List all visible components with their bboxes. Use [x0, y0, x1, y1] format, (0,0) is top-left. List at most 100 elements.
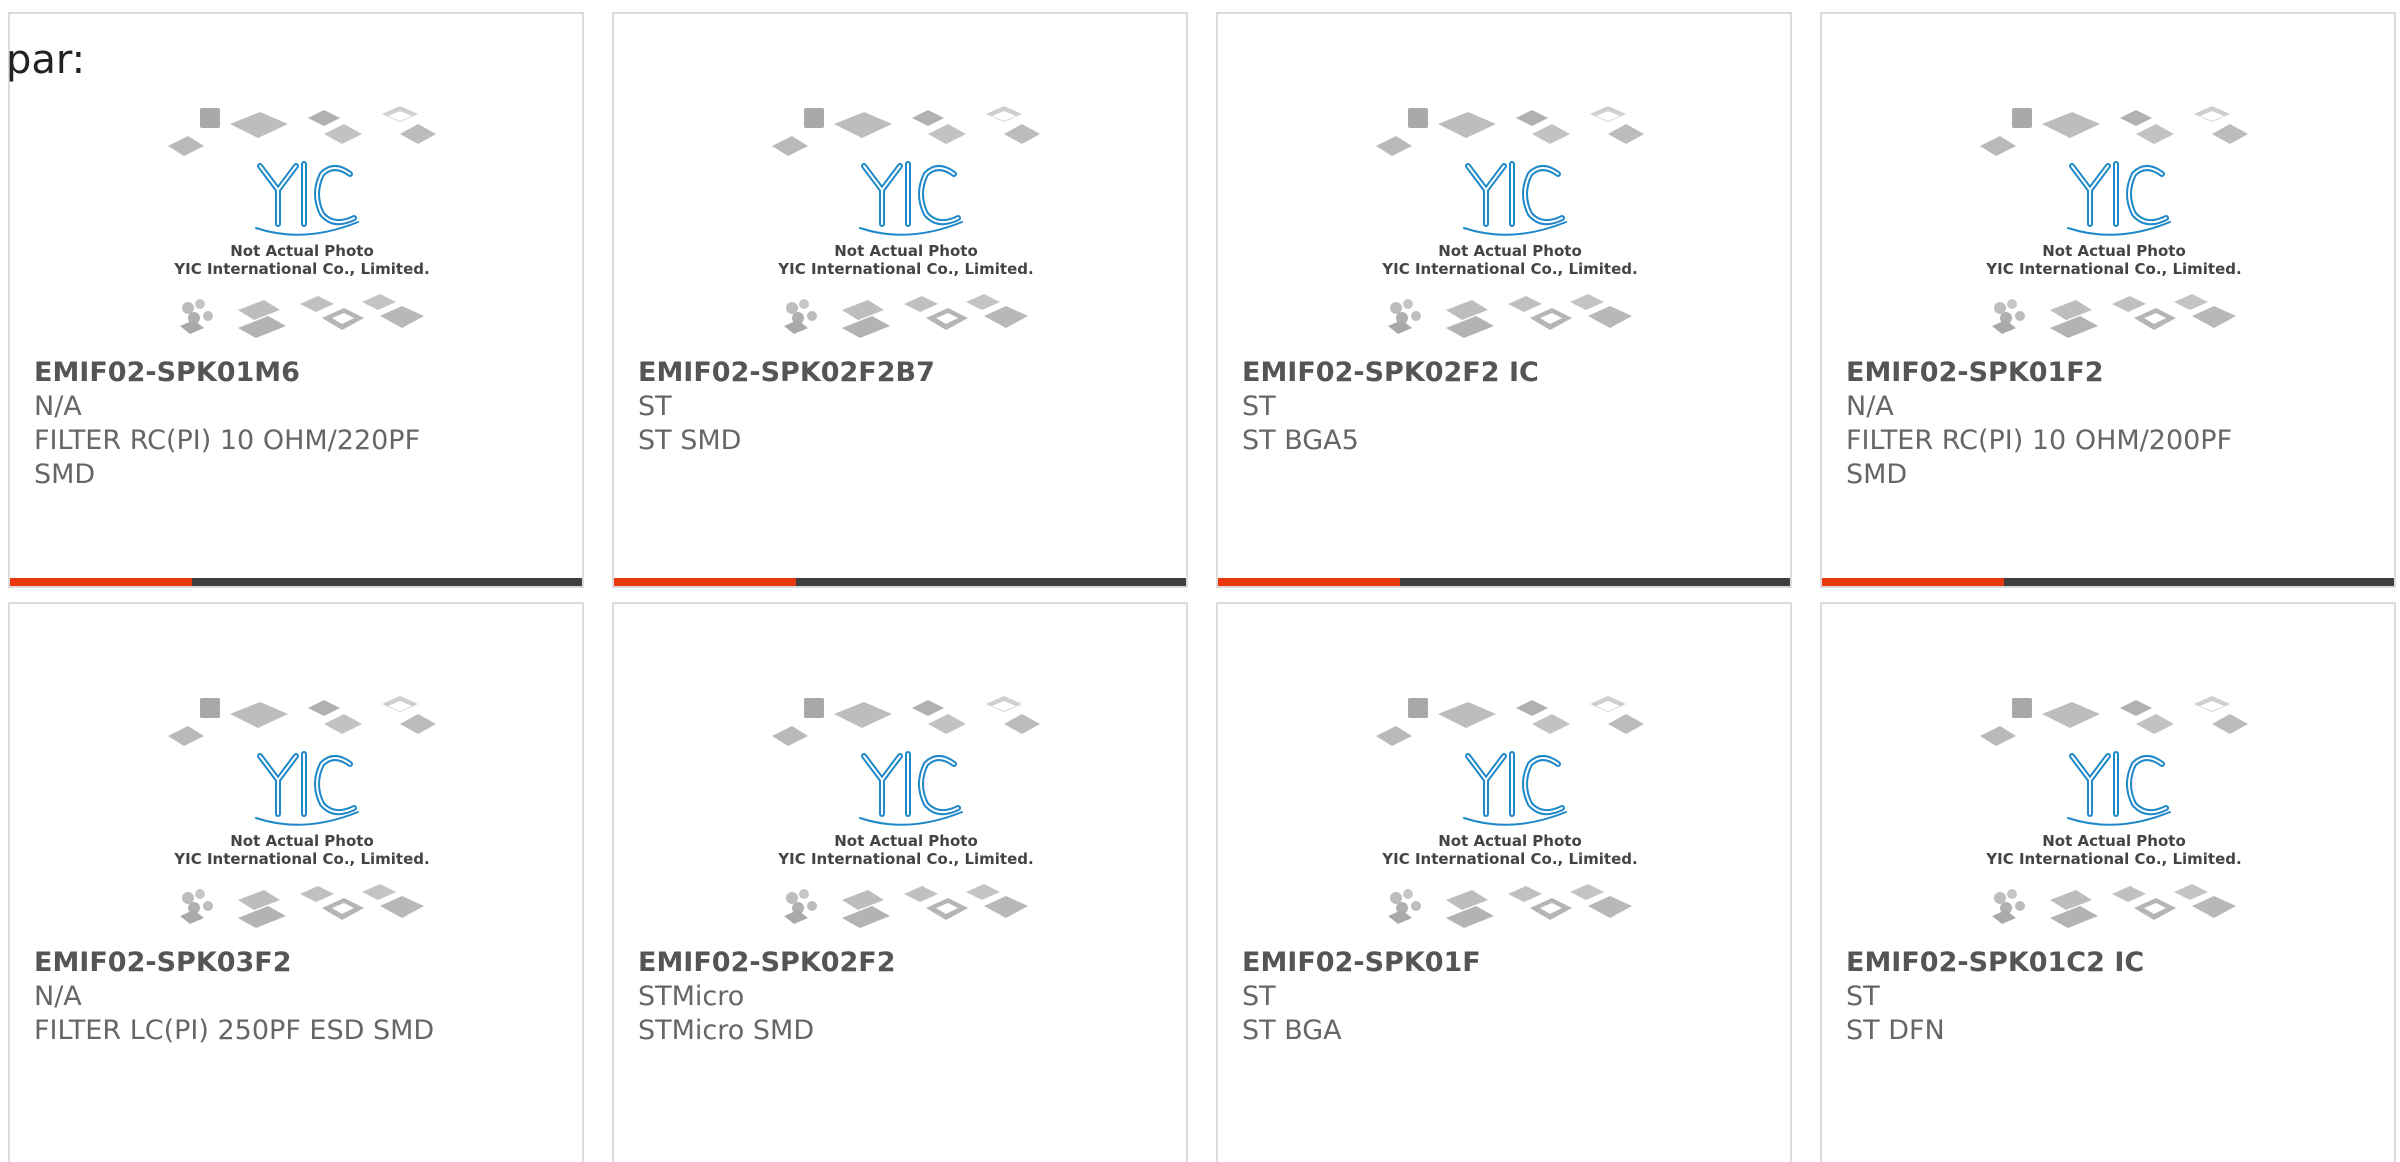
part-number[interactable]: EMIF02-SPK03F2 [34, 946, 562, 980]
placeholder-caption-line1: Not Actual Photo [834, 242, 978, 260]
chip-icons-top [168, 696, 436, 746]
card-bottom-bar [10, 578, 582, 586]
brand-name: ST [1242, 981, 1276, 1012]
product-info: EMIF02-SPK01F2 N/A FILTER RC(PI) 10 OHM/… [1846, 356, 2374, 492]
product-description: ST DFN [1846, 1015, 1945, 1046]
product-info: EMIF02-SPK01M6 N/A FILTER RC(PI) 10 OHM/… [34, 356, 562, 492]
yic-logo-icon [859, 751, 963, 826]
part-number[interactable]: EMIF02-SPK01F [1242, 946, 1770, 980]
product-info: EMIF02-SPK02F2 STMicro STMicro SMD [638, 946, 1166, 1048]
product-grid-page: par: Not Actual Photo YIC International … [0, 0, 2400, 1162]
placeholder-caption-line2: YIC International Co., Limited. [777, 260, 1033, 278]
yic-logo-icon [2067, 751, 2171, 826]
chip-icons-top [1376, 696, 1644, 746]
part-number[interactable]: EMIF02-SPK01C2 IC [1846, 946, 2374, 980]
chip-icons-bottom [180, 294, 424, 338]
not-actual-photo-image: Not Actual Photo YIC International Co., … [1980, 106, 2248, 338]
placeholder-caption-line2: YIC International Co., Limited. [173, 850, 429, 868]
product-description: ST BGA5 [1242, 425, 1359, 456]
brand-name: N/A [34, 981, 82, 1012]
brand-name: N/A [34, 391, 82, 422]
placeholder-caption-line1: Not Actual Photo [230, 832, 374, 850]
card-accent-bar [614, 578, 796, 586]
card-accent-bar [10, 578, 192, 586]
placeholder-caption-line2: YIC International Co., Limited. [1381, 850, 1637, 868]
not-actual-photo-image: Not Actual Photo YIC International Co., … [1376, 106, 1644, 338]
yic-logo-icon [255, 751, 359, 826]
chip-icons-bottom [1992, 294, 2236, 338]
chip-icons-top [1980, 696, 2248, 746]
product-description: FILTER RC(PI) 10 OHM/220PF [34, 425, 421, 456]
part-number[interactable]: EMIF02-SPK01M6 [34, 356, 562, 390]
product-info: EMIF02-SPK01F ST ST BGA [1242, 946, 1770, 1048]
product-description-cont: SMD [1846, 459, 1908, 490]
product-card[interactable]: Not Actual Photo YIC International Co., … [1216, 12, 1792, 588]
product-description: ST SMD [638, 425, 742, 456]
product-description: ST BGA [1242, 1015, 1342, 1046]
not-actual-photo-image: Not Actual Photo YIC International Co., … [168, 696, 436, 928]
placeholder-caption-line1: Not Actual Photo [2042, 242, 2186, 260]
product-card[interactable]: Not Actual Photo YIC International Co., … [612, 12, 1188, 588]
product-card[interactable]: Not Actual Photo YIC International Co., … [8, 12, 584, 588]
brand-name: STMicro [638, 981, 745, 1012]
yic-logo-icon [1463, 161, 1567, 236]
yic-logo-icon [2067, 161, 2171, 236]
not-actual-photo-image: Not Actual Photo YIC International Co., … [1980, 696, 2248, 928]
product-description: FILTER RC(PI) 10 OHM/200PF [1846, 425, 2233, 456]
placeholder-caption-line1: Not Actual Photo [1438, 242, 1582, 260]
not-actual-photo-image: Not Actual Photo YIC International Co., … [772, 696, 1040, 928]
product-card[interactable]: Not Actual Photo YIC International Co., … [612, 602, 1188, 1162]
placeholder-caption-line2: YIC International Co., Limited. [173, 260, 429, 278]
chip-icons-top [772, 696, 1040, 746]
placeholder-caption-line1: Not Actual Photo [834, 832, 978, 850]
placeholder-caption-line1: Not Actual Photo [230, 242, 374, 260]
chip-icons-top [1376, 106, 1644, 156]
part-number[interactable]: EMIF02-SPK02F2B7 [638, 356, 1166, 390]
par-label: par: [6, 37, 86, 83]
yic-logo-icon [859, 161, 963, 236]
product-card[interactable]: Not Actual Photo YIC International Co., … [1820, 602, 2396, 1162]
part-number[interactable]: EMIF02-SPK02F2 [638, 946, 1166, 980]
product-info: EMIF02-SPK01C2 IC ST ST DFN [1846, 946, 2374, 1048]
product-description: STMicro SMD [638, 1015, 815, 1046]
placeholder-caption-line1: Not Actual Photo [2042, 832, 2186, 850]
product-description: FILTER LC(PI) 250PF ESD SMD [34, 1015, 435, 1046]
card-bottom-bar [1822, 578, 2394, 586]
chip-icons-bottom [784, 294, 1028, 338]
product-info: EMIF02-SPK03F2 N/A FILTER LC(PI) 250PF E… [34, 946, 562, 1048]
card-bottom-bar [1218, 578, 1790, 586]
product-card[interactable]: Not Actual Photo YIC International Co., … [1216, 602, 1792, 1162]
chip-icons-top [772, 106, 1040, 156]
chip-icons-bottom [1388, 884, 1632, 928]
chip-icons-bottom [1388, 294, 1632, 338]
placeholder-caption-line2: YIC International Co., Limited. [1381, 260, 1637, 278]
placeholder-caption-line2: YIC International Co., Limited. [1985, 260, 2241, 278]
card-accent-bar [1822, 578, 2004, 586]
yic-logo-icon [1463, 751, 1567, 826]
not-actual-photo-image: Not Actual Photo YIC International Co., … [1376, 696, 1644, 928]
chip-icons-bottom [784, 884, 1028, 928]
placeholder-caption-line2: YIC International Co., Limited. [1985, 850, 2241, 868]
brand-name: ST [1846, 981, 1880, 1012]
product-info: EMIF02-SPK02F2B7 ST ST SMD [638, 356, 1166, 458]
brand-name: ST [638, 391, 672, 422]
product-card[interactable]: Not Actual Photo YIC International Co., … [1820, 12, 2396, 588]
card-bottom-bar [614, 578, 1186, 586]
part-number[interactable]: EMIF02-SPK01F2 [1846, 356, 2374, 390]
chip-icons-bottom [180, 884, 424, 928]
brand-name: ST [1242, 391, 1276, 422]
brand-name: N/A [1846, 391, 1894, 422]
placeholder-caption-line1: Not Actual Photo [1438, 832, 1582, 850]
product-card[interactable]: Not Actual Photo YIC International Co., … [8, 602, 584, 1162]
chip-icons-top [1980, 106, 2248, 156]
product-info: EMIF02-SPK02F2 IC ST ST BGA5 [1242, 356, 1770, 458]
placeholder-caption-line2: YIC International Co., Limited. [777, 850, 1033, 868]
not-actual-photo-image: Not Actual Photo YIC International Co., … [168, 106, 436, 338]
product-description-cont: SMD [34, 459, 96, 490]
chip-icons-bottom [1992, 884, 2236, 928]
part-number[interactable]: EMIF02-SPK02F2 IC [1242, 356, 1770, 390]
card-accent-bar [1218, 578, 1400, 586]
chip-icons-top [168, 106, 436, 156]
not-actual-photo-image: Not Actual Photo YIC International Co., … [772, 106, 1040, 338]
yic-logo-icon [255, 161, 359, 236]
